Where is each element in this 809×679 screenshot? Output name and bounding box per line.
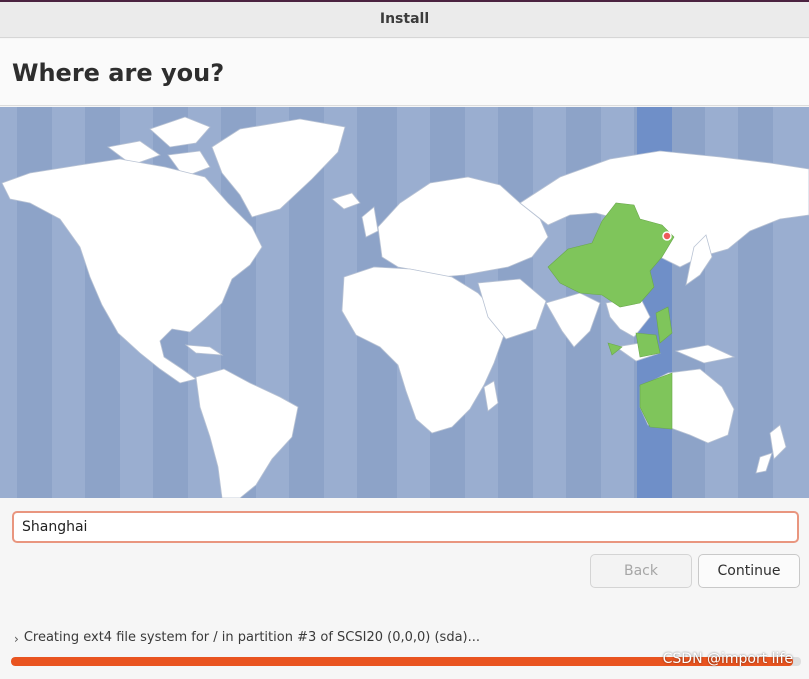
watermark: CSDN @import life [662, 651, 793, 667]
window-title: Install [379, 10, 430, 27]
page-title: Where are you? [12, 59, 225, 87]
selected-city-marker [662, 231, 672, 241]
location-input[interactable] [12, 511, 799, 543]
chevron-right-icon[interactable]: › [14, 632, 19, 646]
install-status-row: › Creating ext4 file system for / in par… [14, 627, 480, 647]
title-bar: Install [0, 0, 809, 38]
window-top-strip [0, 0, 809, 2]
continue-button[interactable]: Continue [698, 554, 800, 588]
timezone-map[interactable] [0, 107, 809, 498]
world-map-graphic [0, 107, 809, 498]
page-header: Where are you? [0, 39, 809, 106]
install-status-text: Creating ext4 file system for / in parti… [23, 629, 481, 645]
back-button[interactable]: Back [590, 554, 692, 588]
